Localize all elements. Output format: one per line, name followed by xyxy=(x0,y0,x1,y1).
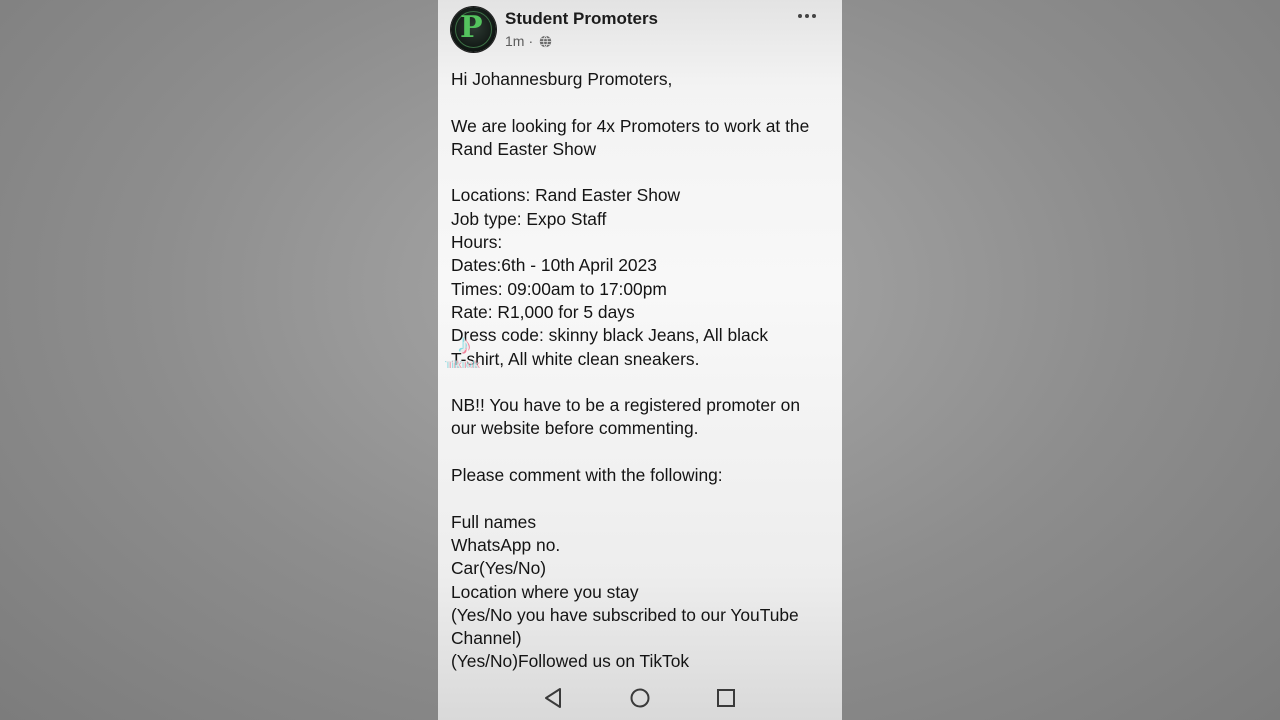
post-header: P Student Promoters 1m · xyxy=(451,7,831,55)
avatar[interactable]: P xyxy=(451,7,496,52)
post-text-line: NB!! You have to be a registered promote… xyxy=(451,395,801,416)
avatar-logo-letter: P xyxy=(460,10,483,45)
post-time: 1m xyxy=(505,33,525,49)
post-text-line: Dates:6th - 10th April 2023 xyxy=(451,255,657,276)
more-dot xyxy=(805,14,809,18)
post-text-line: WhatsApp no. xyxy=(451,534,561,555)
back-triangle-icon[interactable] xyxy=(542,686,566,710)
post-text-line: Dress code: skinny black Jeans, All blac… xyxy=(451,325,769,346)
post-text-line: Job type: Expo Staff xyxy=(451,208,607,229)
post-meta: 1m · xyxy=(505,33,552,49)
post-text-line: Locations: Rand Easter Show xyxy=(451,185,681,206)
post-text-line: Rand Easter Show xyxy=(451,138,597,159)
tiktok-watermark-text: TikTok xyxy=(446,360,480,371)
post-text-line: Hours: xyxy=(451,232,503,253)
recents-square-icon[interactable] xyxy=(714,686,738,710)
post-text-line: Times: 09:00am to 17:00pm xyxy=(451,278,667,299)
more-dot xyxy=(812,14,816,18)
post-text-line: Channel) xyxy=(451,628,522,649)
home-circle-icon[interactable] xyxy=(628,686,652,710)
post-text-line: our website before commenting. xyxy=(451,418,699,439)
post-text-line: Hi Johannesburg Promoters, xyxy=(451,69,673,89)
globe-icon xyxy=(539,35,552,47)
post-text-line: T-shirt, All white clean sneakers. xyxy=(451,348,700,369)
more-options-icon[interactable] xyxy=(795,7,819,25)
more-dot xyxy=(798,14,802,18)
post-text-line: Please comment with the following: xyxy=(451,465,723,486)
meta-separator: · xyxy=(528,33,534,49)
tiktok-note-icon: ♪ xyxy=(458,329,471,359)
post-text-line: Rate: R1,000 for 5 days xyxy=(451,301,635,322)
post-text-line: (Yes/No)Followed us on TikTok xyxy=(451,651,690,672)
post-text-line: (Yes/No you have subscribed to our YouTu… xyxy=(451,604,799,625)
post-text-line: We are looking for 4x Promoters to work … xyxy=(451,115,810,136)
post-text-line: Full names xyxy=(451,511,537,532)
post-body-text: Hi Johannesburg Promoters, We are looking… xyxy=(451,68,831,674)
android-navigation-bar xyxy=(438,676,842,720)
post-text-line: Location where you stay xyxy=(451,581,639,602)
phone-screen: P Student Promoters 1m · Hi Johannesburg… xyxy=(438,0,842,720)
page-name[interactable]: Student Promoters xyxy=(505,9,658,29)
tiktok-watermark: ♪ TikTok xyxy=(446,330,490,376)
post-text-line: Car(Yes/No) xyxy=(451,558,547,579)
